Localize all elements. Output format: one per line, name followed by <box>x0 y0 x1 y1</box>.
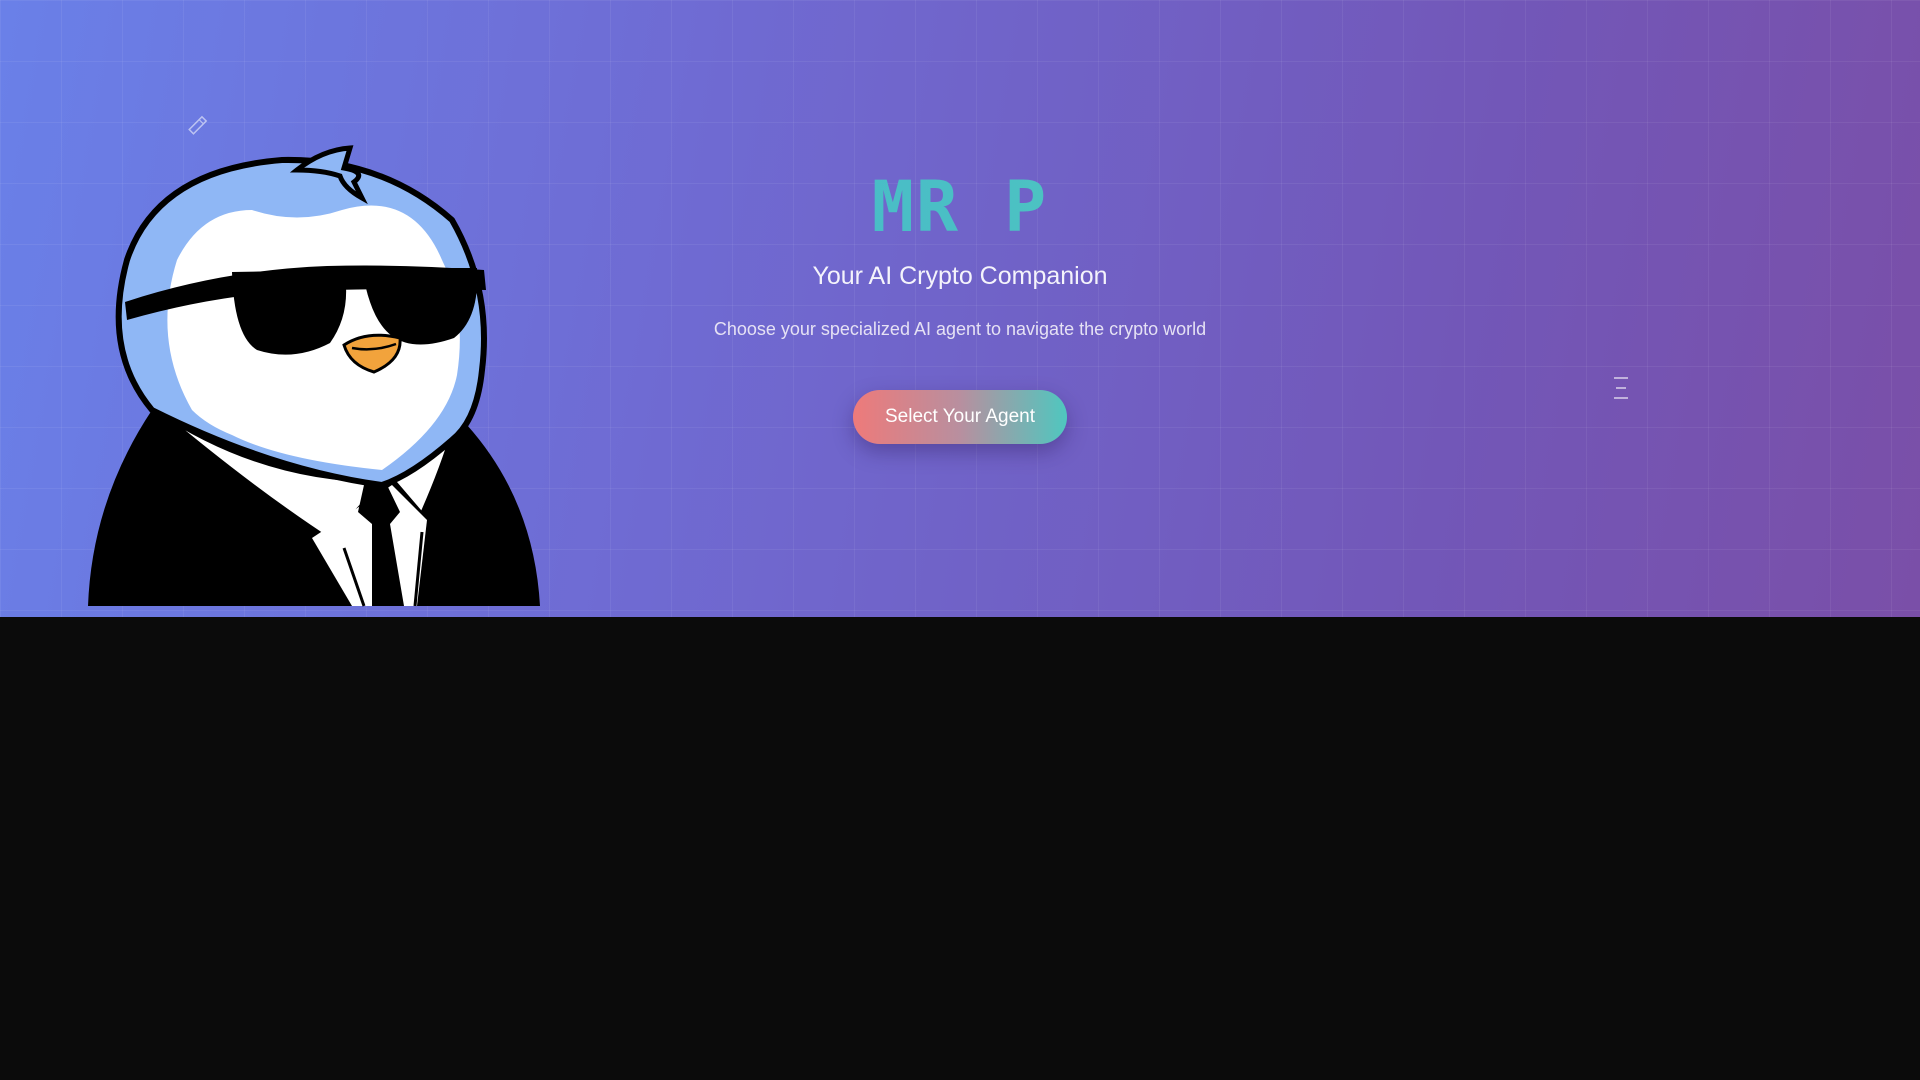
pencil-icon <box>188 115 208 135</box>
hero-content: MR P Your AI Crypto Companion Choose you… <box>660 160 1260 444</box>
page-bottom-area <box>0 617 1920 1080</box>
hero-description: Choose your specialized AI agent to navi… <box>713 319 1207 339</box>
penguin-mascot <box>88 145 540 607</box>
hero-subtitle: Your AI Crypto Companion <box>812 262 1108 290</box>
page-title: MR P <box>660 172 1260 242</box>
lines-menu-icon <box>1614 377 1628 399</box>
select-agent-button[interactable]: Select Your Agent <box>852 390 1067 444</box>
hero-section: MR P Your AI Crypto Companion Choose you… <box>0 0 1920 617</box>
